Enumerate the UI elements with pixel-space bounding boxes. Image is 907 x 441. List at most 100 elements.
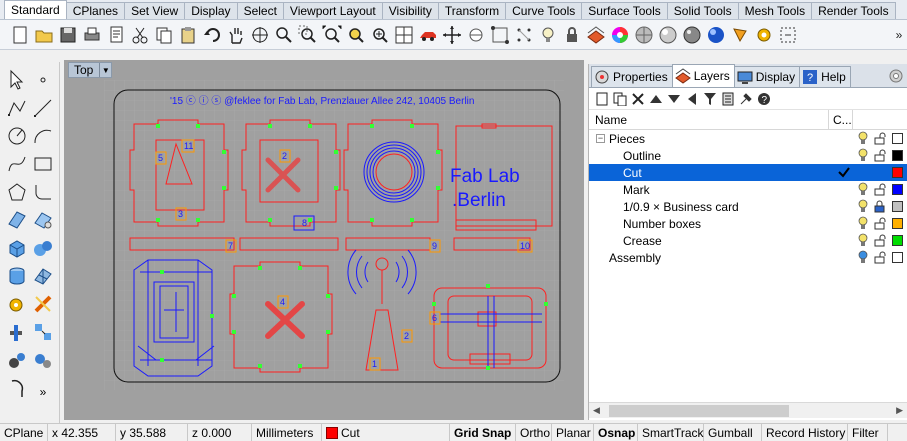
current-column-header[interactable]: C... (829, 110, 853, 129)
boolean-icon[interactable] (4, 320, 30, 344)
layer-states-icon[interactable] (719, 90, 736, 108)
layer-color-swatch[interactable] (892, 184, 903, 195)
visibility-bulb-icon[interactable] (857, 199, 869, 214)
print-icon[interactable] (80, 23, 103, 47)
move-icon[interactable] (440, 23, 463, 47)
layer-color-swatch[interactable] (892, 167, 903, 178)
panel-tab-help[interactable]: ? Help (799, 66, 851, 87)
select-filter-icon[interactable] (776, 23, 799, 47)
delete-layer-icon[interactable] (629, 90, 646, 108)
array-icon[interactable] (30, 320, 56, 344)
status-toggle-ortho[interactable]: Ortho (516, 424, 552, 441)
scroll-left-icon[interactable]: ◀ (593, 405, 600, 416)
toolbar-tab-curve-tools[interactable]: Curve Tools (505, 2, 583, 19)
layer-name[interactable]: Number boxes (623, 217, 701, 231)
toolbar-tab-render-tools[interactable]: Render Tools (811, 2, 896, 19)
current-layer-check-icon[interactable] (837, 165, 851, 179)
scrollbar-thumb[interactable] (609, 405, 789, 417)
object-snap-icon[interactable] (464, 23, 487, 47)
move-layer-down-icon[interactable] (665, 90, 682, 108)
cplane-label[interactable]: CPlane (0, 424, 48, 441)
layer-row-outline[interactable]: Outline (589, 147, 907, 164)
unlocked-icon[interactable] (874, 251, 886, 264)
current-layer-indicator[interactable]: Cut (322, 424, 450, 441)
panel-tab-display[interactable]: Display (733, 66, 801, 87)
top-viewport[interactable]: Top ▼ '15 ⓒ ⓘ ⓢ @feklee for Fab Lab, Pre… (64, 60, 584, 420)
toolbar-overflow-button[interactable]: » (891, 28, 907, 42)
new-file-icon[interactable] (8, 23, 31, 47)
box-solid-icon[interactable] (4, 236, 30, 260)
layer-name[interactable]: 1/0.9 × Business card (623, 200, 739, 214)
viewport-dropdown-icon[interactable]: ▼ (99, 63, 111, 77)
layer-name[interactable]: Cut (623, 166, 642, 180)
visibility-bulb-icon[interactable] (857, 148, 869, 163)
toolbar-tab-select[interactable]: Select (236, 2, 284, 19)
four-viewports-icon[interactable] (392, 23, 415, 47)
visibility-bulb-icon[interactable] (857, 233, 869, 248)
panel-tab-layers[interactable]: Layers (671, 64, 735, 87)
filter-icon[interactable] (701, 90, 718, 108)
paint-icon[interactable] (728, 23, 751, 47)
lock-icon[interactable] (560, 23, 583, 47)
status-toggle-osnap[interactable]: Osnap (594, 424, 638, 441)
cylinder-icon[interactable] (4, 264, 30, 288)
viewport-title-tab[interactable]: Top ▼ (68, 62, 113, 78)
layer-row-pieces[interactable]: − Pieces (589, 130, 907, 147)
shapes-icon[interactable] (4, 348, 30, 372)
scroll-right-icon[interactable]: ▶ (896, 405, 903, 416)
select-points-icon[interactable] (488, 23, 511, 47)
undo-icon[interactable] (200, 23, 223, 47)
open-file-icon[interactable] (32, 23, 55, 47)
move-layer-up-icon[interactable] (647, 90, 664, 108)
car-icon[interactable] (416, 23, 439, 47)
layer-row-assembly[interactable]: Assembly (589, 249, 907, 266)
unlocked-icon[interactable] (874, 183, 886, 196)
locked-icon[interactable] (874, 200, 886, 213)
name-column-header[interactable]: Name (589, 110, 829, 129)
drawing-canvas[interactable]: '15 ⓒ ⓘ ⓢ @feklee for Fab Lab, Prenzlaue… (64, 60, 584, 420)
new-layer-icon[interactable] (593, 90, 610, 108)
layer-color-swatch[interactable] (892, 252, 903, 263)
curve-icon[interactable] (4, 152, 30, 176)
visibility-bulb-icon[interactable] (857, 216, 869, 231)
circle-icon[interactable] (4, 124, 30, 148)
layer-name[interactable]: Assembly (609, 251, 661, 265)
cut-icon[interactable] (128, 23, 151, 47)
save-icon[interactable] (56, 23, 79, 47)
blue-sphere-icon[interactable] (704, 23, 727, 47)
toolbar-tab-transform[interactable]: Transform (437, 2, 507, 19)
paste-icon[interactable] (176, 23, 199, 47)
shaded-sphere-icon[interactable] (632, 23, 655, 47)
polygon-icon[interactable] (4, 180, 30, 204)
visibility-bulb-icon[interactable] (857, 131, 869, 146)
layer-name[interactable]: Pieces (609, 132, 645, 146)
toolbar-tab-cplanes[interactable]: CPlanes (65, 2, 126, 19)
status-toggle-planar[interactable]: Planar (552, 424, 594, 441)
light-bulb-icon[interactable] (536, 23, 559, 47)
zoom-selected-icon[interactable] (344, 23, 367, 47)
spheres-icon[interactable] (30, 236, 56, 260)
unlocked-icon[interactable] (874, 149, 886, 162)
layers-help-icon[interactable]: ? (755, 90, 772, 108)
layers-horizontal-scrollbar[interactable]: ◀ ▶ (589, 402, 907, 418)
properties-icon[interactable] (104, 23, 127, 47)
transform-gear-icon[interactable] (4, 292, 30, 316)
layer-row-number-boxes[interactable]: Number boxes (589, 215, 907, 232)
layer-row-cut[interactable]: Cut (589, 164, 907, 181)
unlocked-icon[interactable] (874, 234, 886, 247)
layer-name[interactable]: Crease (623, 234, 662, 248)
units-label[interactable]: Millimeters (252, 424, 322, 441)
toolbar-tab-surface-tools[interactable]: Surface Tools (581, 2, 668, 19)
surface-icon[interactable] (4, 208, 30, 232)
options-gear-icon[interactable] (752, 23, 775, 47)
layer-name[interactable]: Mark (623, 183, 650, 197)
toolbar-tab-display[interactable]: Display (184, 2, 238, 19)
surface-edit-icon[interactable] (30, 208, 56, 232)
wire-sphere-icon[interactable] (680, 23, 703, 47)
layer-color-swatch[interactable] (892, 218, 903, 229)
zoom-window-icon[interactable] (296, 23, 319, 47)
zoom-extents-icon[interactable] (320, 23, 343, 47)
status-toggle-gumball[interactable]: Gumball (704, 424, 762, 441)
layer-icon[interactable] (584, 23, 607, 47)
toolbar-tab-solid-tools[interactable]: Solid Tools (666, 2, 739, 19)
